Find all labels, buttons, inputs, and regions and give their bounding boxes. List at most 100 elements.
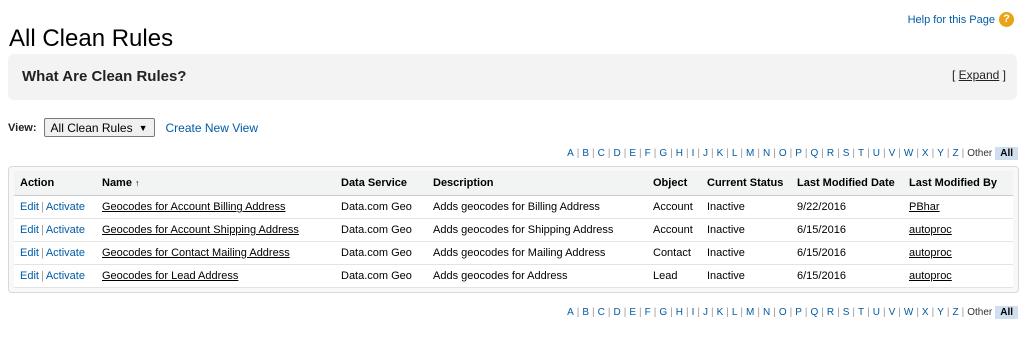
alpha-letter-e[interactable]: E xyxy=(629,307,636,318)
alpha-letter-a[interactable]: A xyxy=(567,307,574,318)
alpha-letter-f[interactable]: F xyxy=(645,307,651,318)
modified-by-link[interactable]: autoproc xyxy=(909,270,952,282)
alpha-all[interactable]: All xyxy=(995,147,1018,160)
alpha-letter-g[interactable]: G xyxy=(659,148,667,159)
table-row: Edit | Activate Geocodes for Contact Mailin… xyxy=(14,241,1013,265)
alpha-letter-q[interactable]: Q xyxy=(811,148,819,159)
modified-by-link[interactable]: PBhar xyxy=(909,201,940,213)
alpha-separator: | xyxy=(961,307,965,318)
alpha-letter-l[interactable]: L xyxy=(732,148,738,159)
alpha-letter-u[interactable]: U xyxy=(873,307,880,318)
alpha-letter-p[interactable]: P xyxy=(795,148,802,159)
alpha-letter-d[interactable]: D xyxy=(614,307,621,318)
alpha-letter-m[interactable]: M xyxy=(746,148,754,159)
alpha-letter-w[interactable]: W xyxy=(904,307,913,318)
help-link[interactable]: Help for this Page ? xyxy=(908,12,1014,27)
alpha-letter-l[interactable]: L xyxy=(732,307,738,318)
alpha-letter-v[interactable]: V xyxy=(889,148,896,159)
view-select[interactable]: All Clean Rules ▼ xyxy=(43,118,155,137)
alpha-letter-o[interactable]: O xyxy=(779,148,787,159)
alpha-letter-x[interactable]: X xyxy=(922,307,929,318)
expand-link[interactable]: Expand xyxy=(959,68,1000,82)
alpha-separator: | xyxy=(931,148,935,159)
alpha-separator: | xyxy=(653,148,657,159)
table-row: Edit | Activate Geocodes for Account Shippi… xyxy=(14,218,1013,242)
alpha-letter-r[interactable]: R xyxy=(827,307,834,318)
edit-link[interactable]: Edit xyxy=(20,270,39,282)
edit-link[interactable]: Edit xyxy=(20,224,39,236)
alpha-letter-t[interactable]: T xyxy=(858,307,864,318)
alpha-letter-h[interactable]: H xyxy=(676,307,683,318)
rule-name-link[interactable]: Geocodes for Account Billing Address xyxy=(102,201,285,213)
alpha-all[interactable]: All xyxy=(995,306,1018,319)
col-description[interactable]: Description xyxy=(427,171,647,196)
col-name-label[interactable]: Name xyxy=(102,177,132,189)
alpha-letter-x[interactable]: X xyxy=(922,148,929,159)
col-data-service[interactable]: Data Service xyxy=(335,171,427,196)
view-label: View: xyxy=(8,121,37,134)
activate-link[interactable]: Activate xyxy=(46,201,85,213)
description-cell: Adds geocodes for Address xyxy=(427,264,647,288)
col-current-status[interactable]: Current Status xyxy=(701,171,791,196)
alpha-letter-z[interactable]: Z xyxy=(952,148,958,159)
alpha-letter-e[interactable]: E xyxy=(629,148,636,159)
col-last-modified-by[interactable]: Last Modified By xyxy=(903,171,1013,196)
alpha-letter-b[interactable]: B xyxy=(582,148,589,159)
activate-link[interactable]: Activate xyxy=(46,270,85,282)
activate-link[interactable]: Activate xyxy=(46,224,85,236)
create-new-view-link[interactable]: Create New View xyxy=(166,121,258,135)
alpha-letter-d[interactable]: D xyxy=(614,148,621,159)
alpha-letter-c[interactable]: C xyxy=(598,148,605,159)
alpha-letter-f[interactable]: F xyxy=(645,148,651,159)
alpha-letter-j[interactable]: J xyxy=(703,307,708,318)
alpha-letter-c[interactable]: C xyxy=(598,307,605,318)
alpha-letter-s[interactable]: S xyxy=(843,307,850,318)
alpha-letter-q[interactable]: Q xyxy=(811,307,819,318)
alpha-letter-y[interactable]: Y xyxy=(937,307,944,318)
alpha-letter-n[interactable]: N xyxy=(763,148,770,159)
row-actions: Edit | Activate xyxy=(14,218,96,242)
rule-name-link[interactable]: Geocodes for Contact Mailing Address xyxy=(102,247,290,259)
alpha-letter-v[interactable]: V xyxy=(889,307,896,318)
alpha-letter-s[interactable]: S xyxy=(843,148,850,159)
data-service-cell: Data.com Geo xyxy=(335,218,427,242)
alpha-other[interactable]: Other xyxy=(967,148,992,159)
alpha-letter-h[interactable]: H xyxy=(676,148,683,159)
alpha-letter-m[interactable]: M xyxy=(746,307,754,318)
alpha-separator: | xyxy=(697,148,700,159)
alpha-letter-u[interactable]: U xyxy=(873,148,880,159)
col-last-modified-date[interactable]: Last Modified Date xyxy=(791,171,903,196)
alpha-separator: | xyxy=(670,307,673,318)
help-link-label[interactable]: Help for this Page xyxy=(908,14,995,26)
alpha-letter-t[interactable]: T xyxy=(858,148,864,159)
col-object[interactable]: Object xyxy=(647,171,701,196)
alpha-letter-i[interactable]: I xyxy=(692,307,695,318)
edit-link[interactable]: Edit xyxy=(20,247,39,259)
alpha-letter-y[interactable]: Y xyxy=(937,148,944,159)
alpha-letter-i[interactable]: I xyxy=(692,148,695,159)
activate-link[interactable]: Activate xyxy=(46,247,85,259)
alpha-letter-j[interactable]: J xyxy=(703,148,708,159)
alpha-letter-z[interactable]: Z xyxy=(952,307,958,318)
alpha-separator: | xyxy=(726,307,729,318)
alpha-letter-r[interactable]: R xyxy=(827,148,834,159)
alpha-letter-o[interactable]: O xyxy=(779,307,787,318)
alpha-letter-k[interactable]: K xyxy=(717,307,724,318)
modified-by-link[interactable]: autoproc xyxy=(909,247,952,259)
alpha-letter-g[interactable]: G xyxy=(659,307,667,318)
alpha-letter-w[interactable]: W xyxy=(904,148,913,159)
col-name[interactable]: Name ↑ xyxy=(96,171,335,196)
rule-name-link[interactable]: Geocodes for Lead Address xyxy=(102,270,238,282)
rule-name-link[interactable]: Geocodes for Account Shipping Address xyxy=(102,224,299,236)
question-icon[interactable]: ? xyxy=(999,12,1014,27)
alpha-other[interactable]: Other xyxy=(967,307,992,318)
alpha-separator: | xyxy=(946,307,950,318)
alpha-letter-k[interactable]: K xyxy=(717,148,724,159)
edit-link[interactable]: Edit xyxy=(20,201,39,213)
alpha-letter-a[interactable]: A xyxy=(567,148,574,159)
alpha-letter-n[interactable]: N xyxy=(763,307,770,318)
alpha-letter-p[interactable]: P xyxy=(795,307,802,318)
alpha-letter-b[interactable]: B xyxy=(582,307,589,318)
page-title: All Clean Rules xyxy=(9,25,174,53)
modified-by-link[interactable]: autoproc xyxy=(909,224,952,236)
